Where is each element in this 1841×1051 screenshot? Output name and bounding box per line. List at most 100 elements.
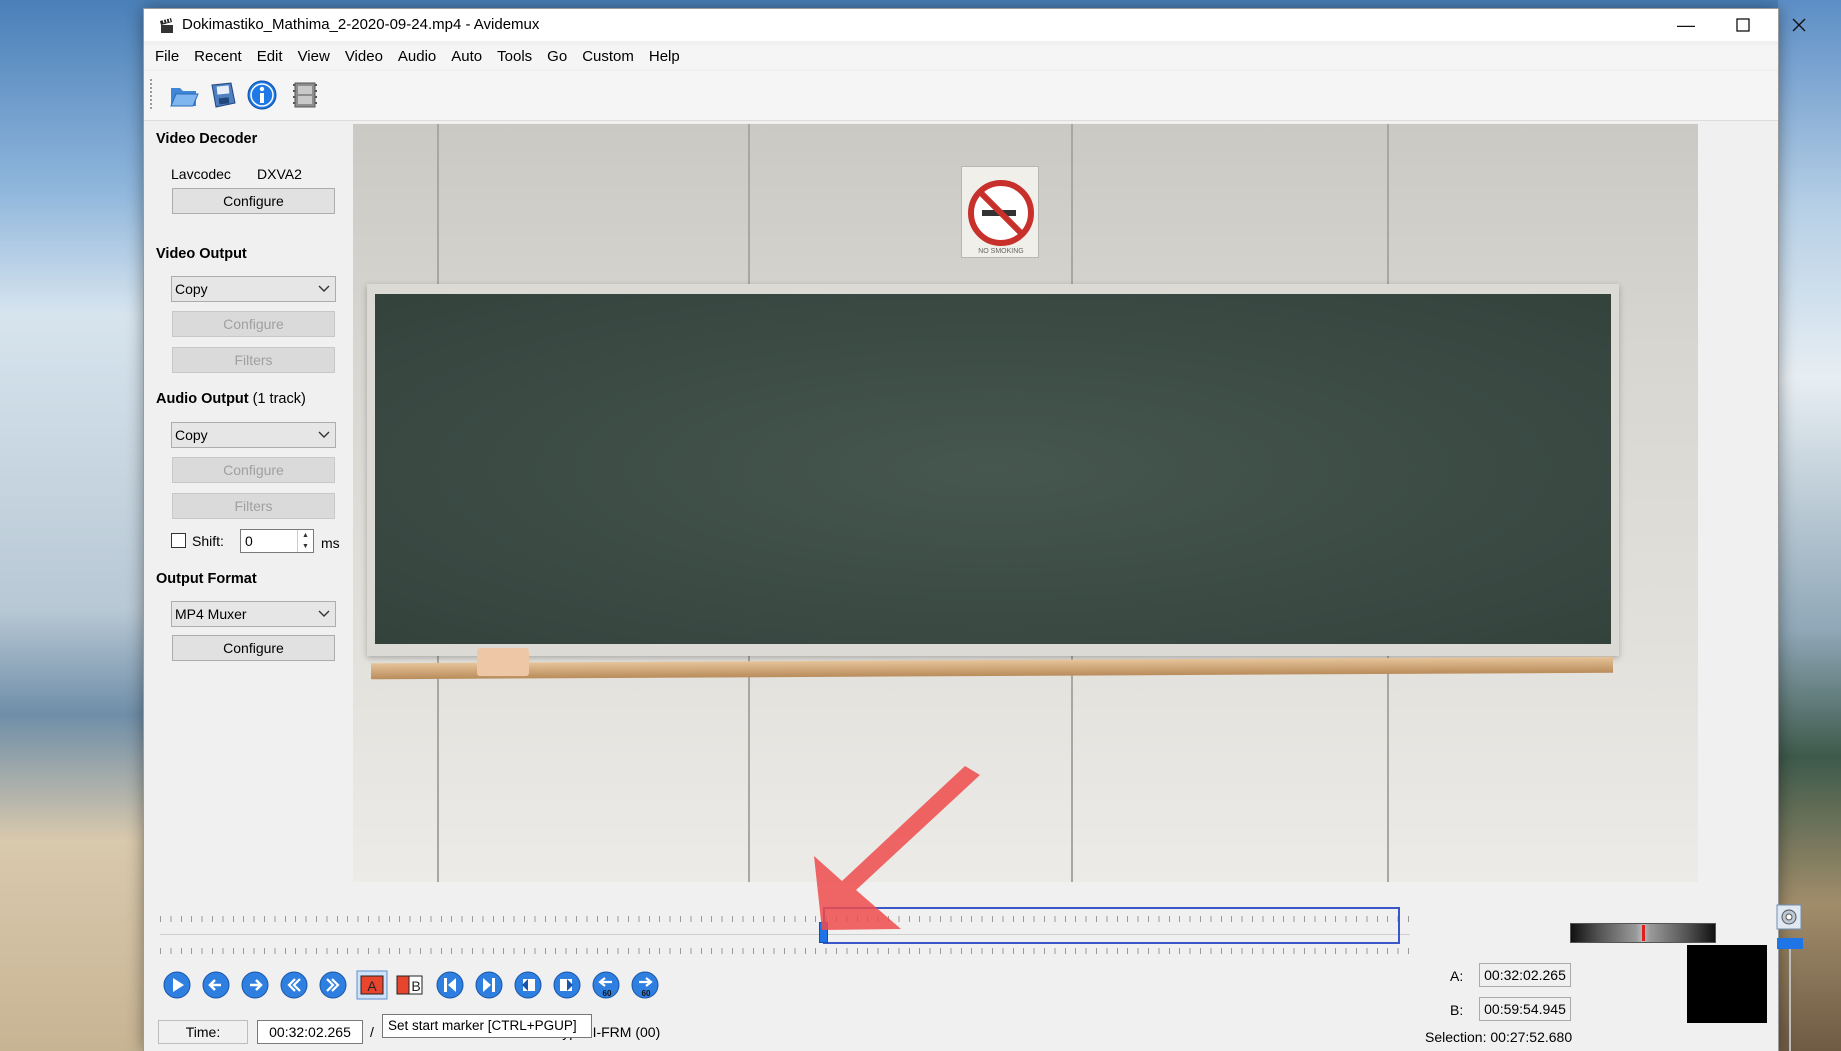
window-title: Dokimastiko_Mathima_2-2020-09-24.mp4 - A… xyxy=(182,16,540,33)
close-icon xyxy=(1792,18,1806,32)
marker-b-value: 00:59:54.945 xyxy=(1479,997,1571,1021)
marker-b-label: B: xyxy=(1450,1002,1464,1018)
video-preview: NO SMOKING xyxy=(353,124,1698,882)
svg-text:B: B xyxy=(411,978,420,994)
audio-output-select[interactable]: Copy xyxy=(171,422,336,448)
decoder-configure-button[interactable]: Configure xyxy=(172,188,335,214)
spin-down-icon[interactable]: ▼ xyxy=(297,541,313,552)
shift-label: Shift: xyxy=(192,533,224,549)
time-label: Time: xyxy=(158,1020,248,1044)
decoder-name: Lavcodec xyxy=(171,166,231,182)
svg-text:60: 60 xyxy=(603,989,612,998)
audio-track-count: (1 track) xyxy=(252,391,306,407)
previous-black-frame-icon[interactable] xyxy=(513,970,543,1000)
no-smoking-sign: NO SMOKING xyxy=(961,166,1039,258)
previous-frame-icon[interactable] xyxy=(201,970,231,1000)
avidemux-window: Dokimastiko_Mathima_2-2020-09-24.mp4 - A… xyxy=(144,9,1806,1051)
menu-recent[interactable]: Recent xyxy=(194,45,252,69)
next-frame-icon[interactable] xyxy=(240,970,270,1000)
video-output-title: Video Output xyxy=(156,246,247,262)
chalkboard xyxy=(375,294,1611,644)
output-format-title: Output Format xyxy=(156,571,257,587)
mini-preview xyxy=(1687,945,1767,1023)
chevron-down-icon xyxy=(318,610,330,617)
output-format-configure-button[interactable]: Configure xyxy=(172,635,335,661)
sign-text: NO SMOKING xyxy=(978,248,1024,255)
desktop-background-right xyxy=(1778,0,1841,1051)
audio-meter xyxy=(1570,923,1716,943)
menu-edit[interactable]: Edit xyxy=(257,45,293,69)
timeline-ticks-bottom xyxy=(160,948,1410,954)
audio-output-title-text: Audio Output xyxy=(156,391,249,407)
close-button[interactable] xyxy=(1771,9,1827,41)
volume-slider[interactable] xyxy=(1789,941,1791,1051)
menu-tools[interactable]: Tools xyxy=(497,45,542,69)
svg-text:A: A xyxy=(367,978,377,994)
next-keyframe-icon[interactable] xyxy=(318,970,348,1000)
set-end-marker-icon[interactable]: B xyxy=(394,970,426,1000)
shift-value: 0 xyxy=(245,533,253,549)
menu-view[interactable]: View xyxy=(298,45,340,69)
info-icon[interactable] xyxy=(246,79,278,111)
spin-up-icon[interactable]: ▲ xyxy=(297,530,313,541)
audio-output-configure-button[interactable]: Configure xyxy=(172,457,335,483)
shift-checkbox[interactable] xyxy=(171,533,186,548)
toolbar xyxy=(144,71,1778,121)
volume-icon[interactable] xyxy=(1776,904,1802,930)
set-start-marker-icon[interactable]: A xyxy=(356,970,388,1000)
timeline-slider[interactable] xyxy=(160,907,1410,954)
output-format-select[interactable]: MP4 Muxer xyxy=(171,601,336,627)
video-output-value: Copy xyxy=(175,281,208,297)
no-smoking-icon: NO SMOKING xyxy=(968,180,1034,255)
maximize-button[interactable] xyxy=(1715,9,1771,41)
title-bar: Dokimastiko_Mathima_2-2020-09-24.mp4 - A… xyxy=(144,9,1806,41)
toolbar-grip[interactable] xyxy=(150,79,153,109)
menu-auto[interactable]: Auto xyxy=(451,45,492,69)
menu-custom[interactable]: Custom xyxy=(582,45,644,69)
chalk-ledge xyxy=(370,656,1614,680)
menu-help[interactable]: Help xyxy=(649,45,690,69)
marker-a-value: 00:32:02.265 xyxy=(1479,963,1571,987)
output-format-value: MP4 Muxer xyxy=(175,606,247,622)
minimize-button[interactable]: — xyxy=(1658,9,1714,41)
menu-audio[interactable]: Audio xyxy=(398,45,446,69)
video-filters-button[interactable]: Filters xyxy=(172,347,335,373)
menu-go[interactable]: Go xyxy=(547,45,577,69)
timeline-cursor[interactable] xyxy=(819,922,828,943)
chevron-down-icon xyxy=(318,431,330,438)
back-60s-icon[interactable]: 60 xyxy=(591,970,621,1000)
current-time-field[interactable]: 00:32:02.265 xyxy=(257,1020,363,1044)
audio-filters-button[interactable]: Filters xyxy=(172,493,335,519)
goto-marker-b-icon[interactable] xyxy=(474,970,504,1000)
play-icon[interactable] xyxy=(162,970,192,1000)
avidemux-app-icon xyxy=(160,17,173,33)
menu-video[interactable]: Video xyxy=(345,45,393,69)
menu-file[interactable]: File xyxy=(155,45,189,69)
save-icon[interactable] xyxy=(207,79,239,111)
audio-output-title: Audio Output (1 track) xyxy=(156,391,306,407)
audio-output-value: Copy xyxy=(175,427,208,443)
film-properties-icon[interactable] xyxy=(289,79,321,111)
previous-keyframe-icon[interactable] xyxy=(279,970,309,1000)
board-eraser xyxy=(477,648,529,676)
video-output-configure-button[interactable]: Configure xyxy=(172,311,335,337)
tooltip: Set start marker [CTRL+PGUP] xyxy=(382,1014,592,1038)
volume-slider-handle[interactable] xyxy=(1777,938,1803,949)
minimize-icon: — xyxy=(1677,14,1695,35)
open-folder-icon[interactable] xyxy=(168,79,200,111)
left-panel: Video Decoder Lavcodec DXVA2 Configure V… xyxy=(144,121,352,881)
marker-a-label: A: xyxy=(1450,968,1464,984)
chevron-down-icon xyxy=(318,285,330,292)
audio-meter-needle xyxy=(1642,925,1645,941)
forward-60s-icon[interactable]: 60 xyxy=(630,970,660,1000)
selection-range xyxy=(823,907,1400,944)
selection-duration: Selection: 00:27:52.680 xyxy=(1425,1029,1573,1045)
maximize-icon xyxy=(1736,18,1750,32)
total-time-separator: / xyxy=(370,1024,374,1040)
next-black-frame-icon[interactable] xyxy=(552,970,582,1000)
video-output-select[interactable]: Copy xyxy=(171,276,336,302)
goto-marker-a-icon[interactable] xyxy=(435,970,465,1000)
shift-spinbox[interactable]: 0 ▲ ▼ xyxy=(240,529,314,553)
svg-text:60: 60 xyxy=(642,989,651,998)
menu-bar: File Recent Edit View Video Audio Auto T… xyxy=(144,45,1778,69)
